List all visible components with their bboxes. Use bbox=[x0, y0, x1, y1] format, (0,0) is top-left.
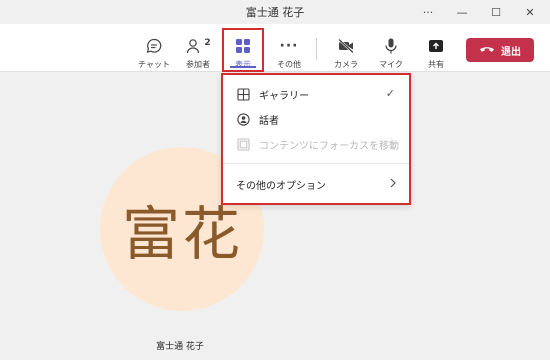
participants-label: 参加者 bbox=[186, 60, 210, 69]
hang-up-icon bbox=[479, 44, 495, 57]
view-button[interactable]: 表示 bbox=[222, 28, 264, 72]
leave-button[interactable]: 退出 bbox=[466, 38, 534, 62]
microphone-icon bbox=[382, 36, 400, 56]
checkmark-icon: ✓ bbox=[385, 87, 395, 100]
participants-button[interactable]: 2 参加者 bbox=[180, 32, 216, 72]
menu-item-gallery[interactable]: ギャラリー ✓ bbox=[223, 83, 409, 105]
menu-item-label: 話者 bbox=[259, 115, 279, 127]
close-button[interactable]: ✕ bbox=[515, 2, 545, 22]
chat-button[interactable]: チャット bbox=[136, 32, 172, 72]
share-button[interactable]: 共有 bbox=[419, 32, 453, 72]
participant-name: 富士通 花子 bbox=[156, 342, 204, 352]
menu-item-label: ギャラリー bbox=[259, 90, 309, 102]
grid-view-icon bbox=[235, 36, 251, 56]
view-active-indicator bbox=[230, 66, 256, 68]
participants-count: 2 bbox=[204, 38, 211, 48]
maximize-button[interactable]: ☐ bbox=[481, 2, 511, 22]
chevron-right-icon bbox=[389, 178, 397, 191]
toolbar-separator bbox=[316, 38, 317, 60]
speaker-icon bbox=[236, 112, 250, 126]
menu-item-speaker[interactable]: 話者 bbox=[223, 108, 409, 130]
share-label: 共有 bbox=[428, 60, 444, 69]
more-label: その他 bbox=[277, 60, 301, 69]
ellipsis-icon: ··· bbox=[279, 38, 299, 54]
mic-label: マイク bbox=[379, 60, 403, 69]
camera-label: カメラ bbox=[334, 60, 358, 69]
grid-icon bbox=[236, 87, 250, 101]
view-label: 表示 bbox=[235, 60, 251, 69]
people-icon: 2 bbox=[185, 36, 211, 56]
menu-divider bbox=[223, 163, 409, 164]
title-bar: 富士通 花子 ··· — ☐ ✕ bbox=[0, 0, 550, 24]
menu-item-label: その他のオプション bbox=[236, 180, 326, 192]
share-screen-icon bbox=[427, 36, 445, 56]
microphone-button[interactable]: マイク bbox=[374, 32, 408, 72]
menu-item-more-options[interactable]: その他のオプション bbox=[223, 173, 409, 195]
minimize-button[interactable]: — bbox=[447, 2, 477, 22]
chat-icon bbox=[145, 36, 163, 56]
camera-button[interactable]: カメラ bbox=[329, 32, 363, 72]
menu-item-focus-content: コンテンツにフォーカスを移動 bbox=[223, 133, 409, 155]
chat-label: チャット bbox=[138, 60, 170, 69]
camera-off-icon bbox=[337, 36, 355, 56]
content-focus-icon bbox=[236, 137, 250, 151]
menu-item-label: コンテンツにフォーカスを移動 bbox=[259, 140, 399, 152]
leave-label: 退出 bbox=[501, 46, 521, 58]
more-options-icon[interactable]: ··· bbox=[413, 2, 443, 22]
more-actions-button[interactable]: ··· その他 bbox=[271, 32, 307, 72]
view-menu: ギャラリー ✓ 話者 コンテンツにフォーカスを移動 その他のオプション bbox=[221, 73, 411, 205]
